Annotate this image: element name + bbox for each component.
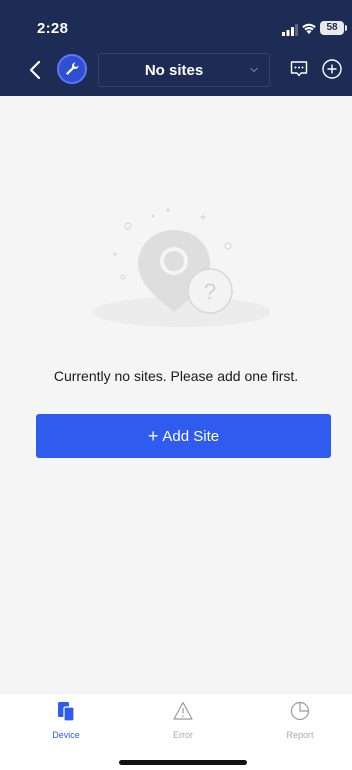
svg-text:?: ?: [204, 279, 216, 304]
bottom-tab-bar: Device Error Report: [0, 694, 352, 770]
nav-bar: No sites: [0, 50, 352, 90]
tools-button[interactable]: [57, 54, 87, 84]
add-circle-icon[interactable]: [321, 58, 343, 80]
location-pin-question-icon: ?: [92, 208, 270, 327]
tab-error[interactable]: Error: [143, 700, 223, 746]
back-icon[interactable]: [26, 59, 46, 81]
empty-state-message: Currently no sites. Please add one first…: [53, 368, 299, 384]
wrench-icon: [66, 62, 79, 75]
tab-device[interactable]: Device: [26, 700, 106, 746]
signal-icon: [282, 24, 298, 36]
tab-report-label: Report: [286, 730, 314, 740]
site-selector[interactable]: No sites: [98, 53, 270, 87]
tab-device-label: Device: [52, 730, 80, 740]
wifi-icon: [302, 23, 316, 34]
add-site-button[interactable]: + Add Site: [36, 414, 331, 458]
app-screen: 2:28 58 No sites ? Currently no sites. P…: [0, 0, 352, 770]
message-icon[interactable]: [289, 59, 309, 79]
plus-icon: +: [147, 426, 159, 446]
warning-icon: [173, 701, 193, 720]
tab-error-label: Error: [173, 730, 193, 740]
status-bar: 2:28 58: [0, 0, 352, 44]
site-selector-label: No sites: [144, 62, 204, 79]
device-icon: [58, 702, 75, 722]
pie-chart-icon: [290, 701, 310, 721]
home-indicator: [119, 760, 247, 765]
header: 2:28 58 No sites: [0, 0, 352, 96]
status-time: 2:28: [37, 20, 69, 37]
battery-indicator: 58: [320, 21, 347, 35]
chevron-down-icon: [250, 67, 258, 73]
tab-report[interactable]: Report: [260, 700, 340, 746]
add-site-label: Add Site: [162, 427, 220, 445]
